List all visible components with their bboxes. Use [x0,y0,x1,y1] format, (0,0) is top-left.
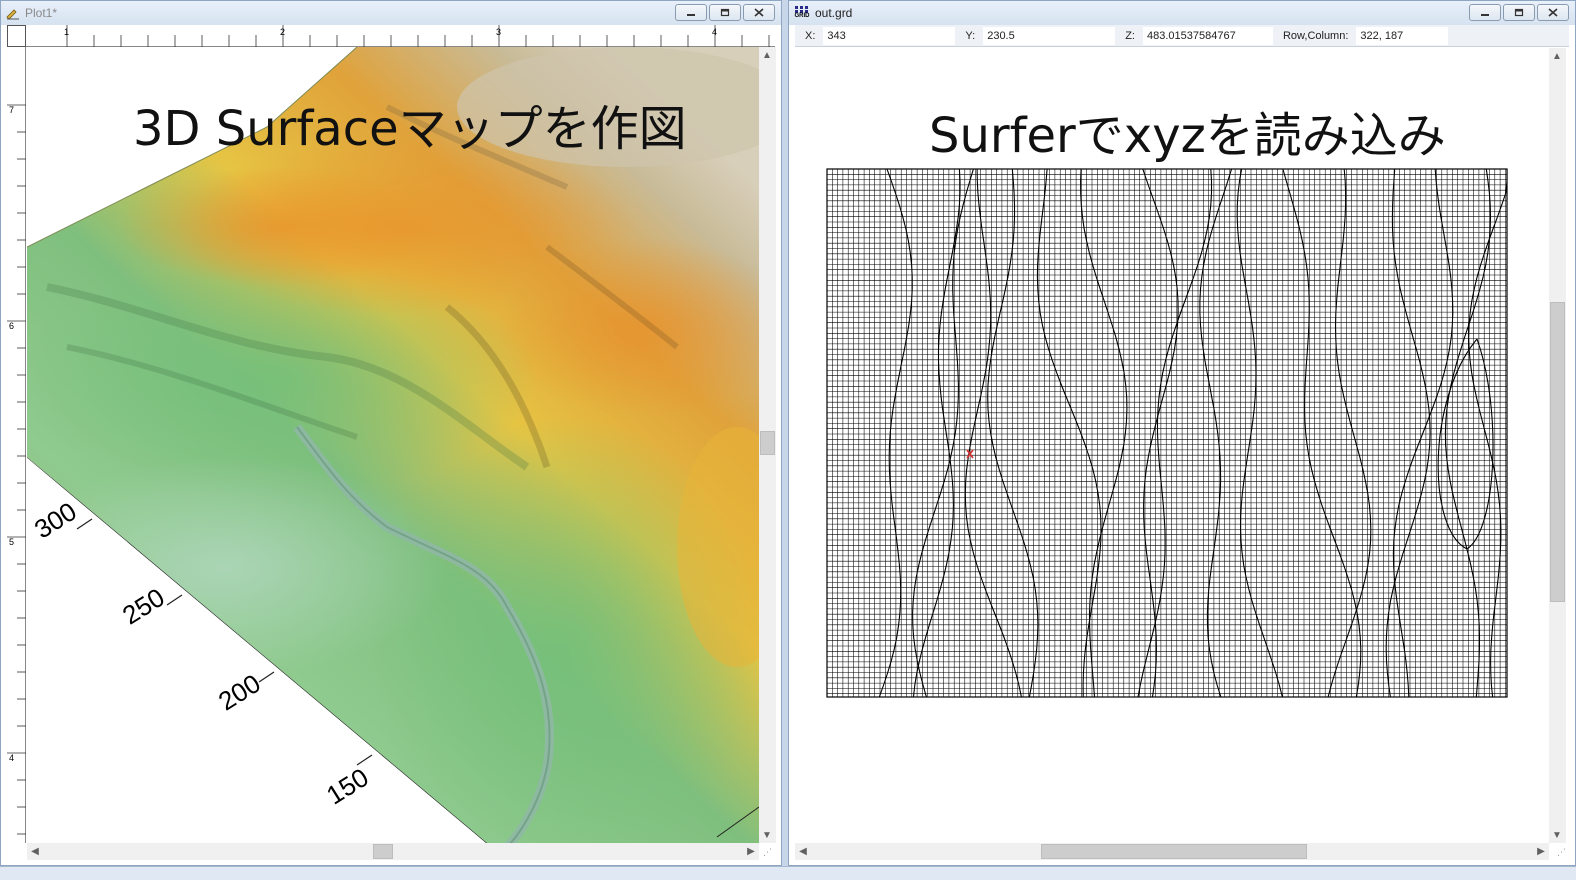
plot-vertical-scroll-thumb[interactable] [760,431,775,455]
grid-lines [826,168,1508,698]
contour-line [1137,168,1213,698]
vruler-label-5: 5 [9,537,15,547]
ruler-label-4: 4 [712,27,718,37]
close-button[interactable] [1537,4,1569,21]
vertical-ruler: 7 6 5 4 [7,47,26,862]
minimize-button[interactable] [675,4,707,21]
grid-frame [826,168,1508,698]
contour-line [1392,168,1454,698]
resize-grip-icon[interactable]: ⋰ [763,847,775,859]
contour-line [1036,168,1102,698]
grid-status-bar: X: 343 Y: 230.5 Z: 483.01537584767 Row,C… [795,25,1569,47]
scroll-left-arrow-icon[interactable]: ◀ [795,843,811,859]
surface-map [27,47,759,843]
minimize-icon [687,13,695,16]
ruler-label-2: 2 [280,27,286,37]
contour-line [1199,168,1233,698]
grid-canvas[interactable]: Surferでxyzを読み込み [795,48,1549,843]
ruler-label-3: 3 [496,27,502,37]
contour-line [912,168,974,698]
close-icon [1548,8,1558,17]
status-row-column-value: 322, 187 [1356,26,1449,45]
minimize-button[interactable] [1469,4,1501,21]
grid-vertical-scrollbar[interactable]: ▲ ▼ [1549,48,1566,843]
grid-file-icon: GRID [793,5,811,21]
ruler-label-1: 1 [64,27,70,37]
contour-line [964,168,1022,698]
status-row-column: Row,Column: 322, 187 [1273,25,1449,46]
contour-line [912,168,961,698]
contour-line [1236,168,1283,698]
plot-window-title: Plot1* [25,6,58,20]
plot-horizontal-scrollbar[interactable]: ◀ ▶ [27,843,759,860]
horizontal-ruler: 1 2 3 4 [26,25,797,47]
scroll-down-arrow-icon[interactable]: ▼ [1549,827,1565,843]
resize-grip-icon[interactable]: ⋰ [1557,847,1569,859]
contour-line [1385,168,1431,698]
restore-icon [720,8,730,17]
grid-window-title: out.grd [815,6,853,20]
status-x-label: X: [805,29,816,42]
status-y: Y: 230.5 [955,25,1116,46]
plot-window-titlebar[interactable]: Plot1* [1,1,781,25]
ruler-corner [7,25,26,47]
vruler-label-7: 7 [9,105,15,115]
contour-line [1327,168,1372,698]
contour-line [1282,168,1362,698]
plot-canvas[interactable]: 3D Surfaceマップを作図 300 250 200 150 [27,47,759,843]
grid-node-map [826,168,1508,698]
contour-line [1142,168,1179,698]
scroll-right-arrow-icon[interactable]: ▶ [743,843,759,859]
grid-icon-text: GRID [794,13,810,19]
scroll-right-arrow-icon[interactable]: ▶ [1533,843,1549,859]
status-y-value: 230.5 [983,26,1116,45]
grid-window-titlebar[interactable]: GRID out.grd [789,1,1575,25]
scroll-down-arrow-icon[interactable]: ▼ [759,827,775,843]
grid-horizontal-scrollbar[interactable]: ◀ ▶ [795,843,1549,860]
restore-icon [1514,8,1524,17]
minimize-icon [1481,13,1489,16]
plot-heading: 3D Surfaceマップを作図 [133,101,687,157]
vruler-label-6: 6 [9,321,15,331]
status-z-label: Z: [1125,29,1135,42]
scroll-up-arrow-icon[interactable]: ▲ [1549,48,1565,64]
grid-window: GRID out.grd X: 343 Y: 230.5 Z: 483.0153… [788,0,1576,866]
plot-window: Plot1* 1 2 3 4 7 6 5 4 3D Surfaceマップを作図 … [0,0,797,866]
restore-button[interactable] [1503,4,1535,21]
desktop-bottom-strip [0,866,1576,880]
scroll-up-arrow-icon[interactable]: ▲ [759,47,775,63]
status-x-value: 343 [823,26,956,45]
contour-line [1080,168,1128,698]
close-icon [754,8,764,17]
status-y-label: Y: [965,29,976,42]
grid-mesh [826,168,1507,697]
contour-line [987,168,1039,698]
grid-horizontal-scroll-thumb[interactable] [1041,844,1307,859]
grid-vertical-scroll-thumb[interactable] [1550,302,1565,602]
contour-lines [878,168,1508,698]
scroll-left-arrow-icon[interactable]: ◀ [27,843,43,859]
restore-button[interactable] [709,4,741,21]
plot-vertical-scrollbar[interactable]: ▲ ▼ [759,47,776,843]
vruler-label-4: 4 [9,753,15,763]
plot-horizontal-scroll-thumb[interactable] [373,844,393,859]
status-z-value: 483.01537584767 [1142,26,1273,45]
status-z: Z: 483.01537584767 [1115,25,1273,46]
close-button[interactable] [743,4,775,21]
status-x: X: 343 [795,25,956,46]
plot-document-icon [5,5,21,21]
status-row-column-label: Row,Column: [1282,29,1349,42]
